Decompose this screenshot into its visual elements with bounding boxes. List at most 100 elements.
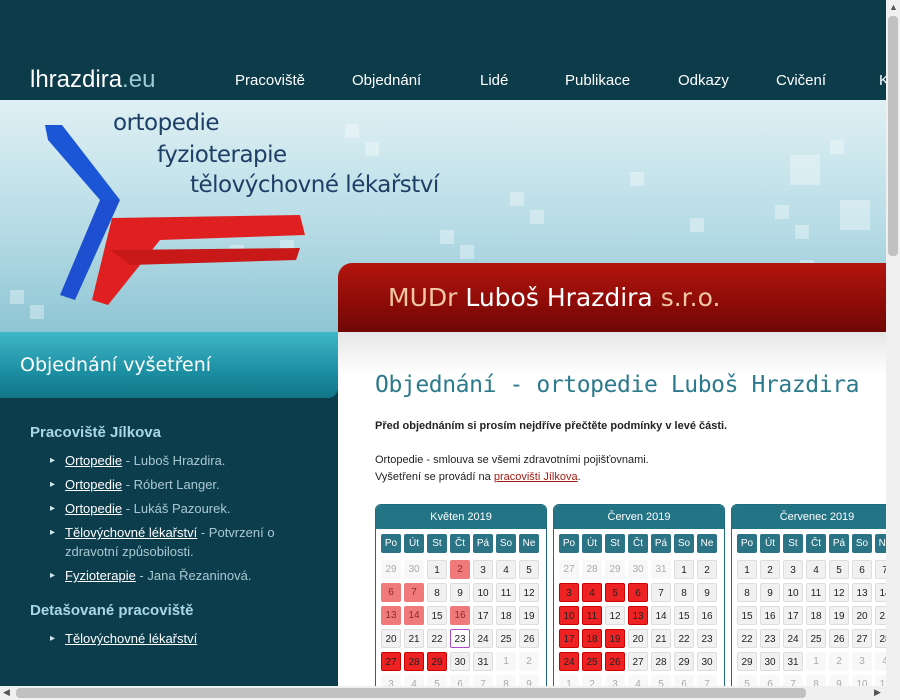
- calendar-day[interactable]: 3: [559, 583, 579, 602]
- calendar-day[interactable]: 14: [404, 606, 424, 625]
- calendar-day[interactable]: 26: [519, 629, 539, 648]
- calendar-day[interactable]: 6: [852, 560, 872, 579]
- calendar-day[interactable]: 17: [559, 629, 579, 648]
- calendar-day[interactable]: 8: [427, 583, 447, 602]
- calendar-day[interactable]: 18: [806, 606, 826, 625]
- calendar-day[interactable]: 15: [427, 606, 447, 625]
- link-ortopedie-hrazdira[interactable]: Ortopedie: [65, 453, 122, 468]
- nav-item-pracoviste[interactable]: Pracoviště: [235, 72, 305, 89]
- calendar-day[interactable]: 11: [806, 583, 826, 602]
- calendar-day[interactable]: 29: [737, 652, 757, 671]
- calendar-day[interactable]: 15: [737, 606, 757, 625]
- calendar-day[interactable]: 24: [559, 652, 579, 671]
- calendar-day[interactable]: 5: [519, 560, 539, 579]
- calendar-day[interactable]: 12: [829, 583, 849, 602]
- calendar-day[interactable]: 21: [404, 629, 424, 648]
- nav-item-publikace[interactable]: Publikace: [565, 72, 630, 89]
- calendar-day[interactable]: 16: [450, 606, 470, 625]
- nav-item-objednani[interactable]: Objednání: [352, 72, 421, 89]
- calendar-day[interactable]: 8: [737, 583, 757, 602]
- calendar-day[interactable]: 9: [450, 583, 470, 602]
- calendar-day[interactable]: 27: [381, 652, 401, 671]
- calendar-day[interactable]: 19: [829, 606, 849, 625]
- nav-item-odkazy[interactable]: Odkazy: [678, 72, 729, 89]
- link-fyzioterapie[interactable]: Fyzioterapie: [65, 568, 136, 583]
- vertical-scroll-thumb[interactable]: [888, 16, 898, 256]
- calendar-day[interactable]: 19: [519, 606, 539, 625]
- calendar-day[interactable]: 3: [473, 560, 493, 579]
- calendar-day[interactable]: 5: [829, 560, 849, 579]
- calendar-day[interactable]: 30: [450, 652, 470, 671]
- calendar-day[interactable]: 23: [450, 629, 470, 648]
- nav-item-lide[interactable]: Lidé: [480, 72, 508, 89]
- horizontal-scrollbar[interactable]: ◀ ▶: [0, 686, 886, 700]
- calendar-day[interactable]: 25: [496, 629, 516, 648]
- calendar-day[interactable]: 18: [582, 629, 602, 648]
- calendar-day[interactable]: 10: [473, 583, 493, 602]
- calendar-day[interactable]: 29: [674, 652, 694, 671]
- calendar-day[interactable]: 11: [496, 583, 516, 602]
- calendar-day[interactable]: 8: [674, 583, 694, 602]
- calendar-day[interactable]: 30: [760, 652, 780, 671]
- link-ortopedie-langer[interactable]: Ortopedie: [65, 477, 122, 492]
- calendar-day[interactable]: 10: [783, 583, 803, 602]
- nav-item-cviceni[interactable]: Cvičení: [776, 72, 826, 89]
- link-tvl[interactable]: Tělovýchovné lékařství: [65, 525, 197, 540]
- calendar-day[interactable]: 6: [628, 583, 648, 602]
- calendar-day[interactable]: 7: [404, 583, 424, 602]
- calendar-day[interactable]: 5: [605, 583, 625, 602]
- vertical-scrollbar[interactable]: ▲: [886, 0, 900, 700]
- calendar-day[interactable]: 13: [852, 583, 872, 602]
- calendar-day[interactable]: 26: [605, 652, 625, 671]
- calendar-day[interactable]: 16: [760, 606, 780, 625]
- calendar-day[interactable]: 9: [760, 583, 780, 602]
- calendar-day[interactable]: 1: [427, 560, 447, 579]
- calendar-day[interactable]: 15: [674, 606, 694, 625]
- calendar-day[interactable]: 27: [628, 652, 648, 671]
- calendar-day[interactable]: 4: [806, 560, 826, 579]
- calendar-day[interactable]: 6: [381, 583, 401, 602]
- calendar-day[interactable]: 2: [450, 560, 470, 579]
- calendar-day[interactable]: 2: [760, 560, 780, 579]
- calendar-day[interactable]: 20: [852, 606, 872, 625]
- calendar-day[interactable]: 25: [806, 629, 826, 648]
- calendar-day[interactable]: 31: [783, 652, 803, 671]
- calendar-day[interactable]: 29: [427, 652, 447, 671]
- scroll-left-icon[interactable]: ◀: [3, 687, 10, 698]
- calendar-day[interactable]: 12: [605, 606, 625, 625]
- calendar-day[interactable]: 7: [651, 583, 671, 602]
- calendar-day[interactable]: 11: [582, 606, 602, 625]
- calendar-day[interactable]: 24: [473, 629, 493, 648]
- calendar-day[interactable]: 22: [674, 629, 694, 648]
- calendar-day[interactable]: 20: [628, 629, 648, 648]
- calendar-day[interactable]: 27: [852, 629, 872, 648]
- calendar-day[interactable]: 28: [651, 652, 671, 671]
- calendar-day[interactable]: 17: [783, 606, 803, 625]
- calendar-day[interactable]: 4: [582, 583, 602, 602]
- calendar-day[interactable]: 10: [559, 606, 579, 625]
- calendar-day[interactable]: 26: [829, 629, 849, 648]
- calendar-day[interactable]: 1: [737, 560, 757, 579]
- calendar-day[interactable]: 12: [519, 583, 539, 602]
- calendar-day[interactable]: 9: [697, 583, 717, 602]
- calendar-day[interactable]: 4: [496, 560, 516, 579]
- calendar-day[interactable]: 22: [737, 629, 757, 648]
- calendar-day[interactable]: 20: [381, 629, 401, 648]
- link-pracoviste-jilkova[interactable]: pracovišti Jílkova: [494, 471, 578, 483]
- calendar-day[interactable]: 25: [582, 652, 602, 671]
- calendar-day[interactable]: 2: [697, 560, 717, 579]
- calendar-day[interactable]: 14: [651, 606, 671, 625]
- calendar-day[interactable]: 24: [783, 629, 803, 648]
- calendar-day[interactable]: 19: [605, 629, 625, 648]
- link-ortopedie-pazourek[interactable]: Ortopedie: [65, 501, 122, 516]
- scroll-right-icon[interactable]: ▶: [874, 687, 881, 698]
- calendar-day[interactable]: 13: [628, 606, 648, 625]
- scroll-up-icon[interactable]: ▲: [889, 2, 898, 12]
- calendar-day[interactable]: 30: [697, 652, 717, 671]
- calendar-day[interactable]: 1: [674, 560, 694, 579]
- calendar-day[interactable]: 22: [427, 629, 447, 648]
- calendar-day[interactable]: 13: [381, 606, 401, 625]
- calendar-day[interactable]: 31: [473, 652, 493, 671]
- calendar-day[interactable]: 23: [697, 629, 717, 648]
- link-tvl-detasovane[interactable]: Tělovýchovné lékařství: [65, 631, 197, 646]
